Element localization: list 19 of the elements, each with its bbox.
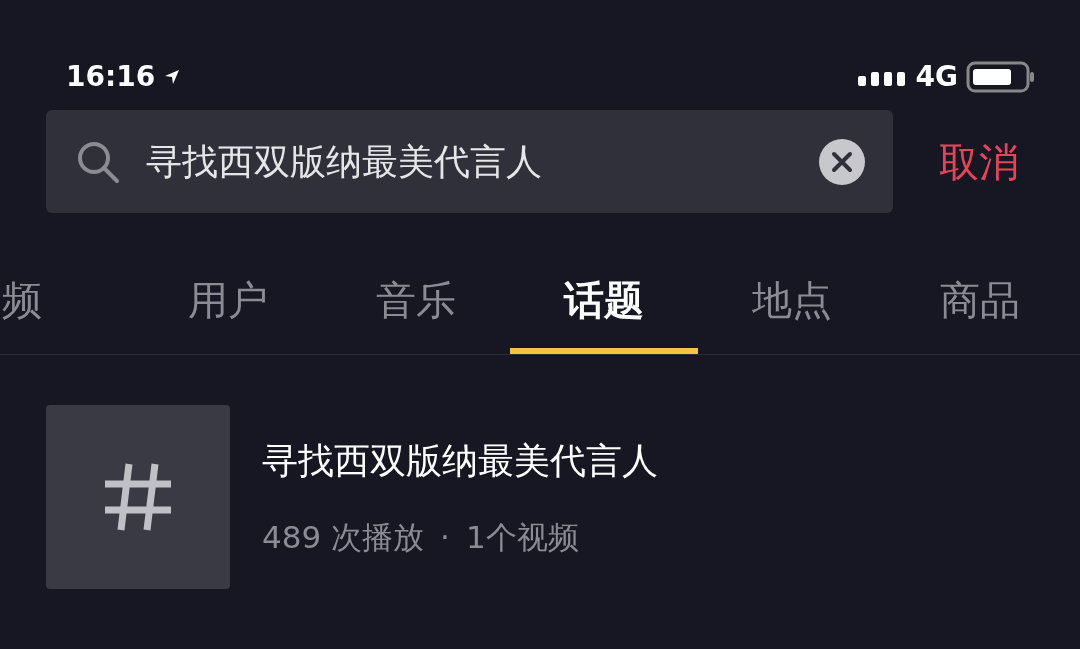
video-count: 1个视频: [465, 517, 579, 557]
location-arrow-icon: [163, 68, 182, 86]
clear-icon[interactable]: [819, 138, 865, 185]
separator-dot: ·: [440, 517, 450, 557]
play-count: 489 次播放: [262, 517, 425, 557]
tab[interactable]: 话题: [510, 245, 698, 354]
status-time: 16:16: [66, 59, 156, 95]
tab[interactable]: 地点: [698, 245, 886, 354]
tab[interactable]: 用户: [134, 245, 322, 354]
search-field[interactable]: 寻找西双版纳最美代言人: [46, 110, 893, 213]
topic-title[interactable]: 寻找西双版纳最美代言人: [262, 433, 658, 488]
network-label: 4G: [915, 59, 958, 95]
search-icon: [76, 139, 120, 184]
tab[interactable]: 商品: [886, 245, 1074, 354]
search-value: 寻找西双版纳最美代言人: [146, 139, 543, 184]
tab[interactable]: 频: [2, 245, 42, 354]
tab[interactable]: 音乐: [322, 245, 510, 354]
battery-icon: [966, 61, 1036, 93]
cancel-button[interactable]: 取消: [939, 131, 1019, 192]
